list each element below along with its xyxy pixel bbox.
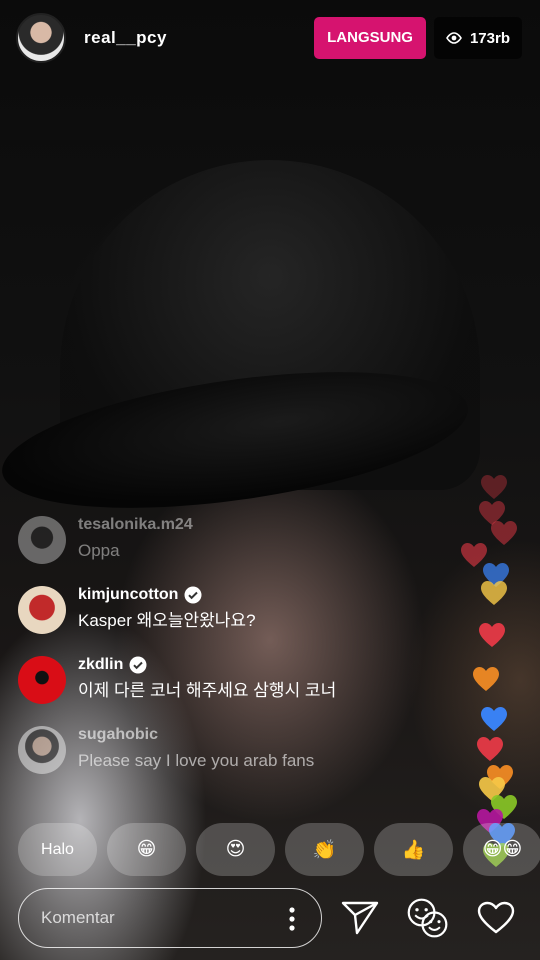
quick-reaction-thumbs-up[interactable]: 👍	[374, 823, 453, 876]
commenter-avatar[interactable]	[18, 516, 66, 564]
comment-item: sugahobic Please say I love you arab fan…	[18, 722, 418, 792]
face-filter-icon[interactable]	[406, 896, 450, 940]
comment-text: Oppa	[78, 541, 120, 560]
live-video	[0, 0, 540, 960]
comment-input[interactable]: Komentar	[18, 888, 322, 948]
comment-text: Kasper 왜오늘안왔나요?	[78, 611, 256, 630]
bottom-bar: Komentar	[18, 887, 528, 949]
comment-item: kimjuncotton Kasper 왜오늘안왔나요?	[18, 582, 418, 652]
comment-text: 이제 다른 코너 해주세요 삼행시 코너	[78, 681, 337, 700]
commenter-username[interactable]: zkdlin	[78, 652, 336, 678]
comment-input-placeholder: Komentar	[41, 908, 115, 927]
viewer-count-label: 173rb	[469, 29, 510, 47]
quick-reaction-halo[interactable]: Halo	[18, 823, 97, 876]
comment-item: zkdlin 이제 다른 코너 해주세요 삼행시 코너	[18, 652, 418, 722]
commenter-username[interactable]: sugahobic	[78, 722, 314, 748]
comment-text: Please say I love you arab fans	[78, 751, 315, 770]
quick-reaction-heart-eyes[interactable]: 😍	[196, 823, 275, 876]
eye-icon	[446, 32, 462, 44]
commenter-avatar[interactable]	[18, 726, 66, 774]
quick-reactions: Halo 😁 😍 👏 👍 😁😁	[18, 823, 540, 876]
comment-list: tesalonika.m24 Oppa kimjuncotton Kasper …	[18, 512, 418, 792]
quick-reaction-grin[interactable]: 😁	[107, 823, 186, 876]
heart-icon[interactable]	[474, 896, 518, 940]
viewer-count[interactable]: 173rb	[433, 17, 522, 59]
commenter-username[interactable]: tesalonika.m24	[78, 512, 193, 538]
commenter-avatar[interactable]	[18, 656, 66, 704]
commenter-username[interactable]: kimjuncotton	[78, 582, 256, 608]
quick-reaction-clap[interactable]: 👏	[285, 823, 364, 876]
top-bar: real__pcy LANGSUNG 173rb	[16, 13, 522, 63]
verified-badge-icon	[184, 586, 202, 604]
broadcaster-avatar[interactable]	[16, 13, 66, 63]
quick-reaction-double-grin[interactable]: 😁😁	[463, 823, 540, 876]
broadcaster-username[interactable]: real__pcy	[84, 28, 167, 48]
send-icon[interactable]	[338, 896, 382, 940]
verified-badge-icon	[129, 656, 147, 674]
more-vertical-icon[interactable]	[289, 907, 295, 931]
comment-item: tesalonika.m24 Oppa	[18, 512, 418, 582]
live-badge: LANGSUNG	[314, 17, 426, 59]
commenter-avatar[interactable]	[18, 586, 66, 634]
